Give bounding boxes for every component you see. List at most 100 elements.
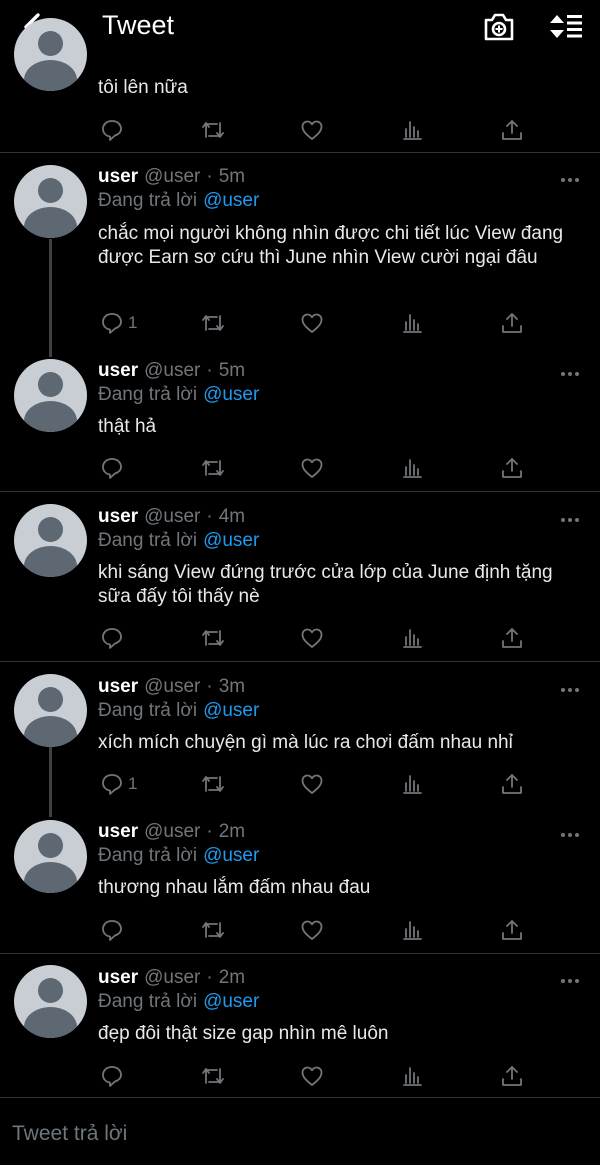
share-button[interactable] xyxy=(500,1064,524,1088)
more-icon xyxy=(561,979,579,983)
heart-icon xyxy=(301,458,323,478)
retweet-button[interactable] xyxy=(200,456,226,480)
user-handle: @user xyxy=(144,360,201,381)
tweet-time: 3m xyxy=(218,676,246,697)
user-name[interactable]: user xyxy=(98,676,138,697)
user-name[interactable]: user xyxy=(98,360,138,381)
tweet-header: user @user · 5m xyxy=(98,166,246,187)
reply-compose-bar[interactable]: Tweet trả lời xyxy=(0,1098,600,1165)
like-button[interactable] xyxy=(300,918,324,942)
avatar[interactable] xyxy=(14,165,87,238)
analytics-icon xyxy=(403,121,422,140)
reply-input[interactable]: Tweet trả lời xyxy=(12,1122,127,1146)
analytics-icon xyxy=(403,1067,422,1086)
reply-button[interactable] xyxy=(100,918,124,942)
replying-to: Đang trả lời @user xyxy=(98,700,259,722)
like-button[interactable] xyxy=(300,118,324,142)
share-icon xyxy=(502,920,522,940)
divider xyxy=(0,661,600,662)
more-icon xyxy=(561,372,579,376)
analytics-button[interactable] xyxy=(400,626,424,650)
sort-button[interactable] xyxy=(548,12,584,42)
retweet-button[interactable] xyxy=(200,1064,226,1088)
analytics-button[interactable] xyxy=(400,311,424,335)
share-button[interactable] xyxy=(500,456,524,480)
reply-icon xyxy=(102,313,122,334)
analytics-button[interactable] xyxy=(400,772,424,796)
share-button[interactable] xyxy=(500,311,524,335)
like-button[interactable] xyxy=(300,772,324,796)
avatar[interactable] xyxy=(14,359,87,432)
more-options-button[interactable] xyxy=(560,512,580,522)
mention-link[interactable]: @user xyxy=(203,530,259,551)
tweet-time: 5m xyxy=(218,360,246,381)
page-title: Tweet xyxy=(102,10,175,40)
avatar[interactable] xyxy=(14,965,87,1038)
analytics-button[interactable] xyxy=(400,1064,424,1088)
replying-to: Đang trả lời @user xyxy=(98,845,259,867)
mention-link[interactable]: @user xyxy=(203,190,259,211)
user-handle: @user xyxy=(144,506,201,527)
user-name[interactable]: user xyxy=(98,821,138,842)
reply-button[interactable] xyxy=(100,1064,124,1088)
mention-link[interactable]: @user xyxy=(203,991,259,1012)
analytics-button[interactable] xyxy=(400,456,424,480)
tweet-time: 5m xyxy=(218,166,246,187)
avatar[interactable] xyxy=(14,504,87,577)
more-options-button[interactable] xyxy=(560,827,580,837)
avatar[interactable] xyxy=(14,674,87,747)
tweet-text: thương nhau lắm đấm nhau đau xyxy=(98,877,371,898)
reply-button[interactable]: 1 xyxy=(100,311,137,335)
share-button[interactable] xyxy=(500,626,524,650)
avatar[interactable] xyxy=(14,820,87,893)
tweet-time: 2m xyxy=(218,967,246,988)
tweet-header: user @user · 5m xyxy=(98,360,246,381)
avatar[interactable] xyxy=(14,18,87,91)
user-name[interactable]: user xyxy=(98,166,138,187)
share-button[interactable] xyxy=(500,118,524,142)
retweet-icon xyxy=(202,315,224,331)
tweet-text: tôi lên nữa xyxy=(98,77,188,98)
retweet-button[interactable] xyxy=(200,311,226,335)
mention-link[interactable]: @user xyxy=(203,700,259,721)
analytics-button[interactable] xyxy=(400,918,424,942)
user-handle: @user xyxy=(144,967,201,988)
share-icon xyxy=(502,458,522,478)
share-button[interactable] xyxy=(500,918,524,942)
replying-to-label: Đang trả lời xyxy=(98,530,198,551)
reply-button[interactable]: 1 xyxy=(100,772,137,796)
share-button[interactable] xyxy=(500,772,524,796)
retweet-button[interactable] xyxy=(200,626,226,650)
user-handle: @user xyxy=(144,821,201,842)
heart-icon xyxy=(301,628,323,648)
like-button[interactable] xyxy=(300,1064,324,1088)
more-options-button[interactable] xyxy=(560,172,580,182)
retweet-button[interactable] xyxy=(200,772,226,796)
more-options-button[interactable] xyxy=(560,366,580,376)
mention-link[interactable]: @user xyxy=(203,384,259,405)
retweet-button[interactable] xyxy=(200,918,226,942)
reply-button[interactable] xyxy=(100,626,124,650)
more-options-button[interactable] xyxy=(560,973,580,983)
more-icon xyxy=(561,833,579,837)
user-name[interactable]: user xyxy=(98,506,138,527)
like-button[interactable] xyxy=(300,311,324,335)
retweet-button[interactable] xyxy=(200,118,226,142)
camera-button[interactable] xyxy=(482,12,516,42)
heart-icon xyxy=(301,1066,323,1086)
user-name[interactable]: user xyxy=(98,967,138,988)
like-button[interactable] xyxy=(300,626,324,650)
reply-button[interactable] xyxy=(100,456,124,480)
reply-button[interactable] xyxy=(100,118,124,142)
top-bar: Tweet xyxy=(0,0,600,56)
mention-link[interactable]: @user xyxy=(203,845,259,866)
analytics-icon xyxy=(403,921,422,940)
tweet-text: chắc mọi người không nhìn được chi tiết … xyxy=(98,223,564,268)
retweet-icon xyxy=(202,460,224,476)
like-button[interactable] xyxy=(300,456,324,480)
analytics-button[interactable] xyxy=(400,118,424,142)
more-options-button[interactable] xyxy=(560,682,580,692)
thread-line xyxy=(49,239,52,357)
tweet-header: user @user · 2m xyxy=(98,967,246,988)
analytics-icon xyxy=(403,314,422,333)
